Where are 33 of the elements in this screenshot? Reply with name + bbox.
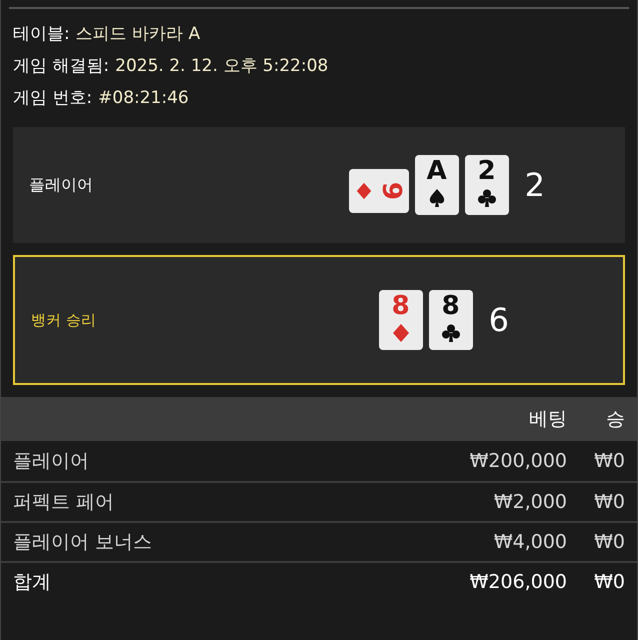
table-cell-text: ₩0 xyxy=(593,448,625,474)
diamond-icon xyxy=(354,182,373,200)
hand-label: 뱅커 승리 xyxy=(31,310,97,331)
info-label: 게임 번호: xyxy=(13,87,92,109)
diamond-icon xyxy=(390,323,411,343)
card-rank: 6 xyxy=(380,182,407,200)
table-cell-text: 플레이어 보너스 xyxy=(13,530,154,555)
table-cell-text: ₩200,000 xyxy=(468,448,567,474)
column-header: 베팅 xyxy=(528,406,567,432)
table-cell-text: 퍼펙트 페어 xyxy=(13,490,116,515)
card-rank: 8 xyxy=(392,293,410,319)
table-cell-text: ₩4,000 xyxy=(492,530,567,555)
club-icon xyxy=(440,323,461,343)
card-rank: 2 xyxy=(478,158,496,184)
card-rank: A xyxy=(426,158,447,184)
hand-label: 플레이어 xyxy=(29,174,94,196)
card-rank: 8 xyxy=(442,293,460,319)
table-cell-text: ₩0 xyxy=(593,530,625,555)
table-cell-text: 플레이어 xyxy=(13,448,90,474)
club-icon xyxy=(476,188,497,208)
table-cell-text: ₩2,000 xyxy=(492,490,567,515)
table-cell-text: ₩206,000 xyxy=(468,570,567,595)
info-value: 2025. 2. 12. 오후 5:22:08 xyxy=(115,55,328,77)
hand-score: 6 xyxy=(488,300,509,341)
info-label: 테이블: xyxy=(13,23,70,45)
column-header: 승 xyxy=(605,406,625,432)
table-cell-text: ₩0 xyxy=(593,490,625,515)
hand-score: 2 xyxy=(524,165,545,206)
info-label: 게임 해결됨: xyxy=(13,55,110,77)
table-cell-text: 합계 xyxy=(13,570,52,595)
table-cell-text: ₩0 xyxy=(593,570,625,595)
info-value: 스피드 바카라 A xyxy=(76,23,200,45)
info-value: #08:21:46 xyxy=(98,87,189,109)
